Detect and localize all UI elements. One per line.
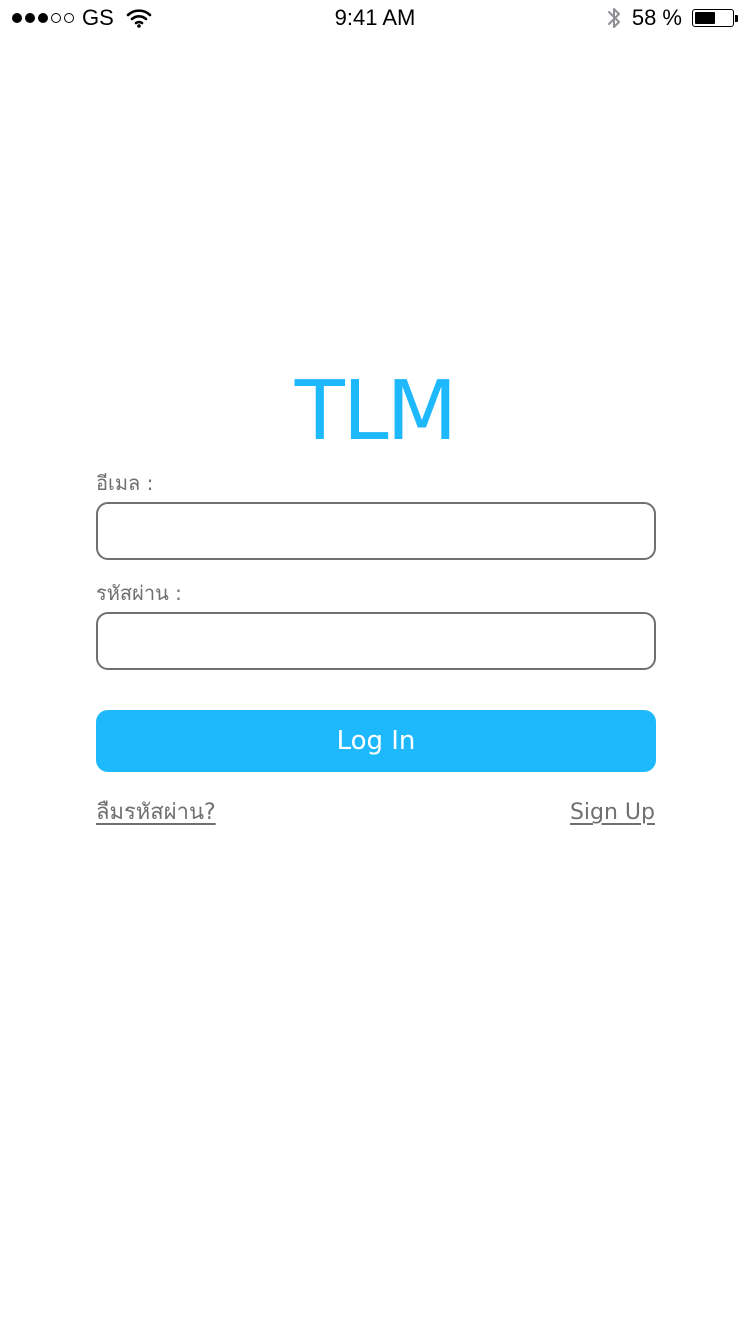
forgot-password-link[interactable]: ลืมรหัสผ่าน?	[96, 798, 216, 828]
login-screen: GS 9:41 AM 58 % TLM อีเมล: รหัสผ่าน: L…	[0, 0, 750, 1334]
password-label: รหัสผ่าน :	[96, 581, 182, 605]
battery-icon	[692, 9, 734, 27]
email-field[interactable]	[96, 502, 656, 560]
sign-up-link[interactable]: Sign Up	[570, 798, 655, 828]
bluetooth-icon	[606, 5, 622, 31]
battery-percentage: 58 %	[631, 5, 682, 30]
status-bar: GS 9:41 AM 58 %	[0, 0, 750, 40]
login-button[interactable]: Log In	[96, 710, 656, 772]
battery-tip	[735, 14, 738, 22]
password-field[interactable]	[96, 612, 656, 670]
battery-level-fill	[695, 12, 715, 24]
status-bar-right: 58 %	[606, 5, 738, 31]
app-logo: TLM	[294, 364, 458, 459]
email-label: อีเมล :	[96, 471, 154, 495]
